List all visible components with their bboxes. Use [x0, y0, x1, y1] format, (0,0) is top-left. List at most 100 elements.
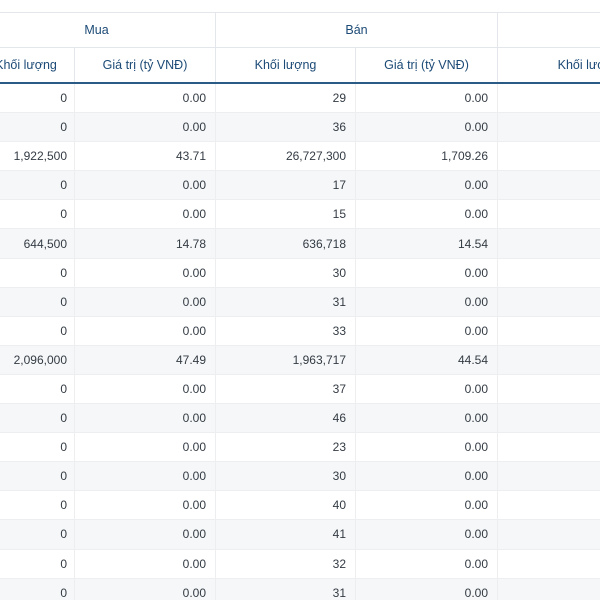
cell-buy-value: 0.00	[74, 432, 217, 463]
cell-net-volume	[497, 549, 600, 579]
table-row[interactable]: 0 0.00 46 0.00	[0, 403, 600, 434]
cell-net-volume	[497, 403, 600, 434]
cell-net-volume	[497, 578, 600, 600]
cell-sell-volume: 636,718	[215, 228, 357, 259]
cell-sell-volume: 33	[215, 316, 357, 346]
table-row[interactable]: 0 0.00 31 0.00	[0, 287, 600, 317]
cell-sell-volume: 40	[215, 490, 357, 521]
cell-buy-volume: 0	[0, 112, 75, 143]
cell-buy-value: 0.00	[74, 519, 217, 550]
cell-sell-volume: 29	[215, 83, 357, 114]
cell-sell-value: 0.00	[355, 374, 499, 405]
cell-net-volume	[497, 228, 600, 259]
cell-buy-volume: 0	[0, 287, 75, 317]
cell-buy-value: 0.00	[74, 374, 217, 405]
cell-net-volume	[497, 112, 600, 143]
cell-sell-value: 0.00	[355, 578, 499, 600]
cell-buy-value: 47.49	[74, 345, 217, 375]
cell-net-volume	[497, 83, 600, 114]
cell-buy-value: 0.00	[74, 287, 217, 317]
cell-sell-volume: 31	[215, 287, 357, 317]
cell-buy-value: 0.00	[74, 258, 217, 288]
cell-sell-value: 0.00	[355, 461, 499, 492]
cell-sell-value: 0.00	[355, 519, 499, 550]
table-row[interactable]: 0 0.00 37 0.00	[0, 374, 600, 405]
cell-sell-value: 14.54	[355, 228, 499, 259]
cell-sell-value: 0.00	[355, 170, 499, 201]
cell-sell-volume: 41	[215, 519, 357, 550]
cell-buy-value: 0.00	[74, 170, 217, 201]
table-row[interactable]: 0 0.00 36 0.00	[0, 112, 600, 143]
cell-buy-volume: 644,500	[0, 228, 75, 259]
header-group-sell: Bán	[215, 12, 499, 48]
table-row[interactable]: 0 0.00 41 0.00	[0, 519, 600, 550]
cell-buy-value: 0.00	[74, 83, 217, 114]
cell-sell-volume: 30	[215, 461, 357, 492]
cell-buy-volume: 0	[0, 316, 75, 346]
cell-net-volume: 132	[497, 345, 600, 375]
cell-buy-volume: 2,096,000	[0, 345, 75, 375]
cell-sell-volume: 32	[215, 549, 357, 579]
cell-buy-volume: 0	[0, 258, 75, 288]
table-row[interactable]: 1,922,50043.7126,727,3001,709.26-24,804	[0, 141, 600, 172]
table-row[interactable]: 0 0.00 33 0.00	[0, 316, 600, 346]
table-row[interactable]: 2,096,00047.491,963,71744.54132	[0, 345, 600, 375]
table-row[interactable]: 0 0.00 23 0.00	[0, 432, 600, 463]
table-body: 0 0.00 29 0.00 0 0.00 36 0.00 1,922,500 43.71 26,7…	[0, 83, 600, 600]
table-row[interactable]: 644,500 14.78 636,718 14.54	[0, 228, 600, 259]
cell-buy-value: 0.00	[74, 316, 217, 346]
cell-buy-volume: 0	[0, 461, 75, 492]
table-row[interactable]: 0 0.00 29 0.00	[0, 83, 600, 114]
cell-sell-volume: 26,727,300	[215, 141, 357, 172]
cell-net-volume	[497, 461, 600, 492]
header-net-volume[interactable]: Khối lượng	[497, 47, 600, 84]
table-row[interactable]: 0 0.00 40 0.00	[0, 490, 600, 521]
header-sell-volume[interactable]: Khối lượng	[215, 47, 357, 84]
cell-sell-volume: 1,963,717	[215, 345, 357, 375]
header-column-row: Khối lượng Giá trị (tỷ VNĐ) Khối lượng G…	[0, 47, 600, 84]
cell-net-volume: -24,804	[497, 141, 600, 172]
cell-net-volume	[497, 519, 600, 550]
cell-buy-volume: 0	[0, 519, 75, 550]
cell-buy-value: 0.00	[74, 112, 217, 143]
cell-net-volume	[497, 374, 600, 405]
cell-sell-volume: 15	[215, 199, 357, 230]
table-row[interactable]: 0 0.00 31 0.00	[0, 578, 600, 600]
header-group-net	[497, 12, 600, 48]
cell-net-volume	[497, 432, 600, 463]
cell-net-volume	[497, 316, 600, 346]
trading-table-viewport: Mua Bán Khối lượng Giá trị (tỷ VNĐ) Khối…	[0, 0, 600, 600]
cell-sell-volume: 31	[215, 578, 357, 600]
table-row[interactable]: 0 0.00 30 0.00	[0, 461, 600, 492]
cell-buy-volume: 1,922,500	[0, 141, 75, 172]
table-row[interactable]: 0 0.00 32 0.00	[0, 549, 600, 579]
cell-sell-value: 0.00	[355, 83, 499, 114]
cell-buy-value: 43.71	[74, 141, 217, 172]
cell-sell-value: 0.00	[355, 403, 499, 434]
cell-buy-value: 0.00	[74, 549, 217, 579]
header-group-row: Mua Bán	[0, 12, 600, 48]
cell-sell-value: 0.00	[355, 432, 499, 463]
header-group-buy: Mua	[0, 12, 217, 48]
table-row[interactable]: 0 0.00 30 0.00	[0, 258, 600, 288]
cell-buy-value: 14.78	[74, 228, 217, 259]
header-buy-value[interactable]: Giá trị (tỷ VNĐ)	[73, 47, 217, 84]
cell-buy-value: 0.00	[74, 403, 217, 434]
cell-net-volume	[497, 287, 600, 317]
cell-net-volume	[497, 170, 600, 201]
cell-sell-value: 0.00	[355, 316, 499, 346]
table-row[interactable]: 0 0.00 15 0.00	[0, 199, 600, 230]
cell-sell-value: 0.00	[355, 490, 499, 521]
cell-sell-volume: 30	[215, 258, 357, 288]
trading-table: Mua Bán Khối lượng Giá trị (tỷ VNĐ) Khối…	[0, 12, 600, 600]
header-buy-volume[interactable]: Khối lượng	[0, 47, 75, 84]
table-row[interactable]: 0 0.00 17 0.00	[0, 170, 600, 201]
cell-sell-value: 1,709.26	[355, 141, 499, 172]
cell-sell-volume: 23	[215, 432, 357, 463]
header-sell-value[interactable]: Giá trị (tỷ VNĐ)	[355, 47, 499, 84]
cell-sell-value: 44.54	[355, 345, 499, 375]
cell-buy-volume: 0	[0, 199, 75, 230]
cell-net-volume	[497, 490, 600, 521]
cell-net-volume	[497, 258, 600, 288]
cell-buy-volume: 0	[0, 578, 75, 600]
